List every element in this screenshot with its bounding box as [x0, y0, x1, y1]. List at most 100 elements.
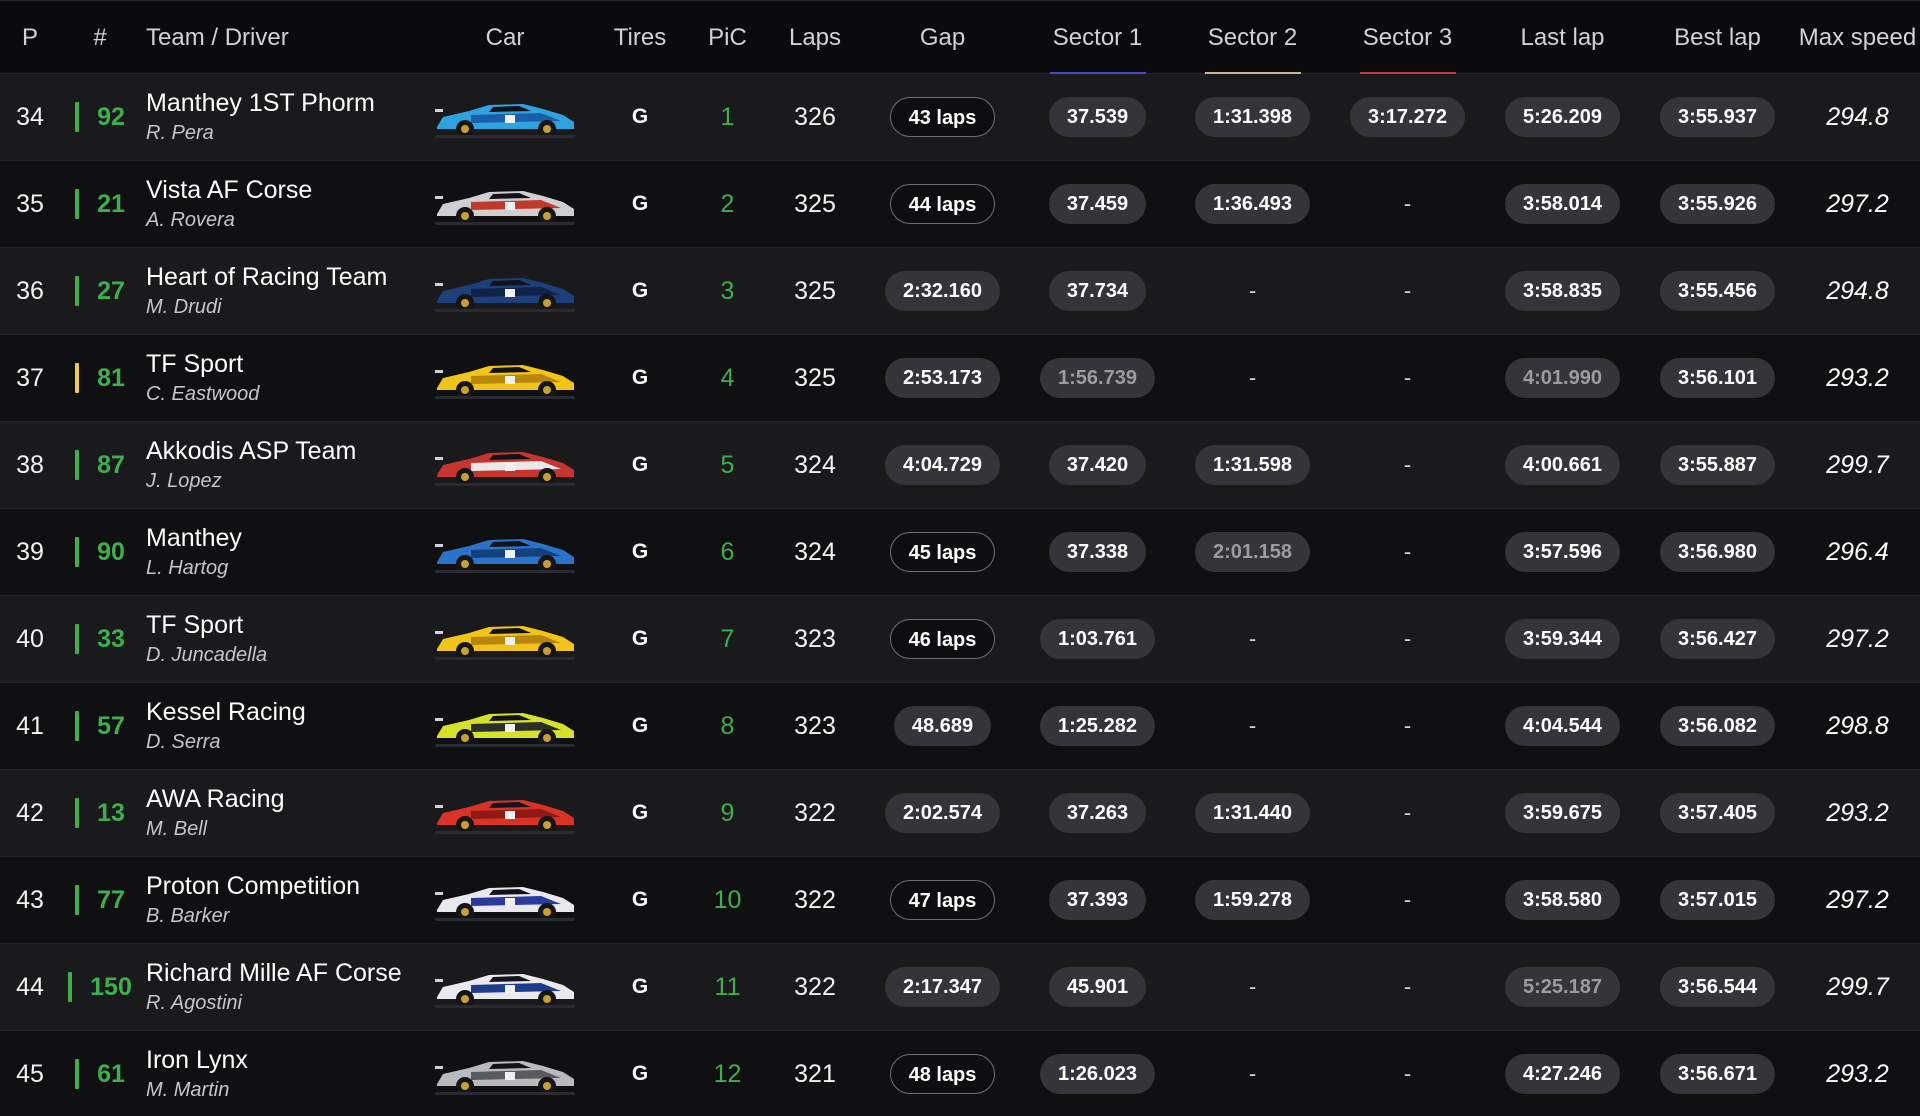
col-header-best-lap[interactable]: Best lap — [1640, 1, 1795, 74]
table-row[interactable]: 43 77 Proton Competition B. Barker G 10 … — [0, 857, 1920, 944]
car-number-value: 33 — [97, 624, 125, 653]
sector-1-cell: 1:03.761 — [1020, 619, 1175, 659]
col-header-max-speed[interactable]: Max speed — [1795, 1, 1920, 74]
col-header-last-lap[interactable]: Last lap — [1485, 1, 1640, 74]
race-car-icon — [435, 539, 575, 573]
position: 36 — [16, 276, 44, 305]
last-lap-value: 4:04.544 — [1505, 706, 1620, 746]
gap-cell: 2:02.574 — [865, 793, 1020, 833]
sector-2-value: - — [1248, 278, 1257, 303]
car-image — [420, 265, 590, 317]
col-header-sector-3[interactable]: Sector 3 — [1330, 1, 1485, 74]
team-driver[interactable]: Iron Lynx M. Martin — [140, 1044, 420, 1104]
col-header-pic[interactable]: PiC — [690, 1, 765, 74]
gap-value: 2:53.173 — [885, 358, 1000, 398]
col-header-tires[interactable]: Tires — [590, 1, 690, 74]
table-row[interactable]: 44 150 Richard Mille AF Corse R. Agostin… — [0, 944, 1920, 1031]
gap-value: 44 laps — [889, 184, 996, 224]
sector-2-value: 1:31.398 — [1195, 97, 1310, 137]
table-row[interactable]: 35 21 Vista AF Corse A. Rovera G 2 325 4… — [0, 161, 1920, 248]
sector-3-cell: - — [1330, 277, 1485, 305]
car-number-value: 27 — [97, 276, 125, 305]
driver-name: M. Drudi — [146, 296, 222, 318]
best-lap-cell: 3:57.015 — [1640, 880, 1795, 920]
team-driver[interactable]: Manthey 1ST Phorm R. Pera — [140, 87, 420, 147]
table-row[interactable]: 45 61 Iron Lynx M. Martin G 12 321 48 la… — [0, 1031, 1920, 1116]
table-row[interactable]: 40 33 TF Sport D. Juncadella G 7 323 46 … — [0, 596, 1920, 683]
table-row[interactable]: 41 57 Kessel Racing D. Serra G 8 323 48.… — [0, 683, 1920, 770]
sector-3-cell: - — [1330, 451, 1485, 479]
sector-2-value: - — [1248, 365, 1257, 390]
sector-2-cell: - — [1175, 973, 1330, 1001]
team-driver[interactable]: TF Sport D. Juncadella — [140, 609, 420, 669]
max-speed: 294.8 — [1826, 102, 1889, 131]
col-header-sector-1[interactable]: Sector 1 — [1020, 1, 1175, 74]
team-name: Manthey — [146, 524, 242, 552]
team-driver[interactable]: Akkodis ASP Team J. Lopez — [140, 435, 420, 495]
gap-value: 48 laps — [889, 1054, 996, 1094]
status-indicator — [75, 363, 80, 393]
position-in-class: 10 — [713, 885, 742, 914]
sector-1-cell: 1:56.739 — [1020, 358, 1175, 398]
position: 34 — [16, 102, 44, 131]
table-row[interactable]: 39 90 Manthey L. Hartog G 6 324 45 laps … — [0, 509, 1920, 596]
col-header-gap[interactable]: Gap — [865, 1, 1020, 74]
gap-cell: 47 laps — [865, 880, 1020, 920]
last-lap-value: 3:58.014 — [1505, 184, 1620, 224]
team-driver[interactable]: Vista AF Corse A. Rovera — [140, 174, 420, 234]
sector-1-cell: 45.901 — [1020, 967, 1175, 1007]
table-row[interactable]: 42 13 AWA Racing M. Bell G 9 322 2:02.57… — [0, 770, 1920, 857]
col-header-number[interactable]: # — [60, 1, 140, 74]
best-lap-cell: 3:56.427 — [1640, 619, 1795, 659]
driver-name: D. Serra — [146, 731, 221, 753]
car-number: 33 — [60, 624, 140, 654]
team-driver[interactable]: Kessel Racing D. Serra — [140, 696, 420, 756]
table-row[interactable]: 34 92 Manthey 1ST Phorm R. Pera G 1 326 … — [0, 74, 1920, 161]
col-header-sector-2[interactable]: Sector 2 — [1175, 1, 1330, 74]
sector-3-value: - — [1403, 539, 1412, 564]
car-number: 13 — [60, 798, 140, 828]
sector-2-value: 1:31.440 — [1195, 793, 1310, 833]
car-image — [420, 961, 590, 1013]
team-driver[interactable]: AWA Racing M. Bell — [140, 783, 420, 843]
team-driver[interactable]: Richard Mille AF Corse R. Agostini — [140, 957, 420, 1017]
sector-1-value: 1:26.023 — [1040, 1054, 1155, 1094]
col-header-team-driver[interactable]: Team / Driver — [140, 1, 420, 74]
gap-cell: 2:17.347 — [865, 967, 1020, 1007]
table-row[interactable]: 38 87 Akkodis ASP Team J. Lopez G 5 324 … — [0, 422, 1920, 509]
sector-1-cell: 37.539 — [1020, 97, 1175, 137]
best-lap-cell: 3:56.544 — [1640, 967, 1795, 1007]
driver-name: D. Juncadella — [146, 644, 268, 666]
col-header-position[interactable]: P — [0, 1, 60, 74]
sector-1-value: 37.420 — [1048, 445, 1147, 485]
driver-name: B. Barker — [146, 905, 230, 927]
sector-3-value: - — [1403, 365, 1412, 390]
col-header-laps[interactable]: Laps — [765, 1, 865, 74]
last-lap-cell: 3:58.580 — [1485, 880, 1640, 920]
sector-2-cell: 1:31.398 — [1175, 97, 1330, 137]
status-indicator — [75, 885, 80, 915]
best-lap-cell: 3:55.926 — [1640, 184, 1795, 224]
sector-2-value: - — [1248, 626, 1257, 651]
position-in-class: 2 — [720, 189, 735, 218]
last-lap-cell: 4:00.661 — [1485, 445, 1640, 485]
gap-value: 47 laps — [889, 880, 996, 920]
table-row[interactable]: 36 27 Heart of Racing Team M. Drudi G 3 … — [0, 248, 1920, 335]
gap-value: 45 laps — [889, 532, 996, 572]
team-driver[interactable]: Proton Competition B. Barker — [140, 870, 420, 930]
position: 45 — [16, 1059, 44, 1088]
status-indicator — [68, 972, 73, 1002]
gap-cell: 2:32.160 — [865, 271, 1020, 311]
best-lap-cell: 3:56.671 — [1640, 1054, 1795, 1094]
team-driver[interactable]: TF Sport C. Eastwood — [140, 348, 420, 408]
team-driver[interactable]: Manthey L. Hartog — [140, 522, 420, 582]
sector-2-value: - — [1248, 713, 1257, 738]
table-row[interactable]: 37 81 TF Sport C. Eastwood G 4 325 2:53.… — [0, 335, 1920, 422]
best-lap-value: 3:55.456 — [1660, 271, 1775, 311]
team-name: Iron Lynx — [146, 1046, 248, 1074]
team-driver[interactable]: Heart of Racing Team M. Drudi — [140, 261, 420, 321]
sector-3-cell: - — [1330, 1060, 1485, 1088]
race-car-icon — [435, 1061, 575, 1095]
col-header-car[interactable]: Car — [420, 1, 590, 74]
last-lap-value: 4:00.661 — [1505, 445, 1620, 485]
